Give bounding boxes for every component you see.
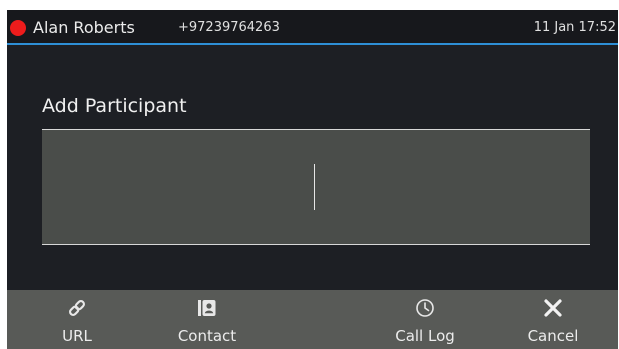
contact-softkey[interactable]: Contact: [159, 290, 255, 349]
contact-card-icon: [159, 297, 255, 319]
url-softkey[interactable]: URL: [29, 290, 125, 349]
contact-label: Contact: [177, 327, 237, 345]
text-cursor: [314, 164, 315, 210]
date-time: 11 Jan 17:52: [533, 20, 616, 35]
caller-name: Alan Roberts: [33, 18, 135, 37]
link-icon: [29, 297, 125, 319]
cancel-softkey[interactable]: Cancel: [505, 290, 601, 349]
phone-screen: Alan Roberts +97239764263 11 Jan 17:52 A…: [7, 10, 618, 349]
call-status-indicator: [10, 20, 26, 36]
status-bar: Alan Roberts +97239764263 11 Jan 17:52: [7, 10, 618, 45]
clock-icon: [377, 297, 473, 319]
cancel-label: Cancel: [527, 327, 579, 345]
participant-input[interactable]: [42, 129, 590, 245]
close-icon: [505, 297, 601, 319]
call-log-label: Call Log: [395, 327, 455, 345]
call-log-softkey[interactable]: Call Log: [377, 290, 473, 349]
dialog-title: Add Participant: [42, 95, 187, 117]
url-label: URL: [62, 327, 92, 345]
caller-number: +97239764263: [178, 20, 280, 35]
softkey-bar: URL Contact Call Log Cancel: [7, 290, 618, 349]
